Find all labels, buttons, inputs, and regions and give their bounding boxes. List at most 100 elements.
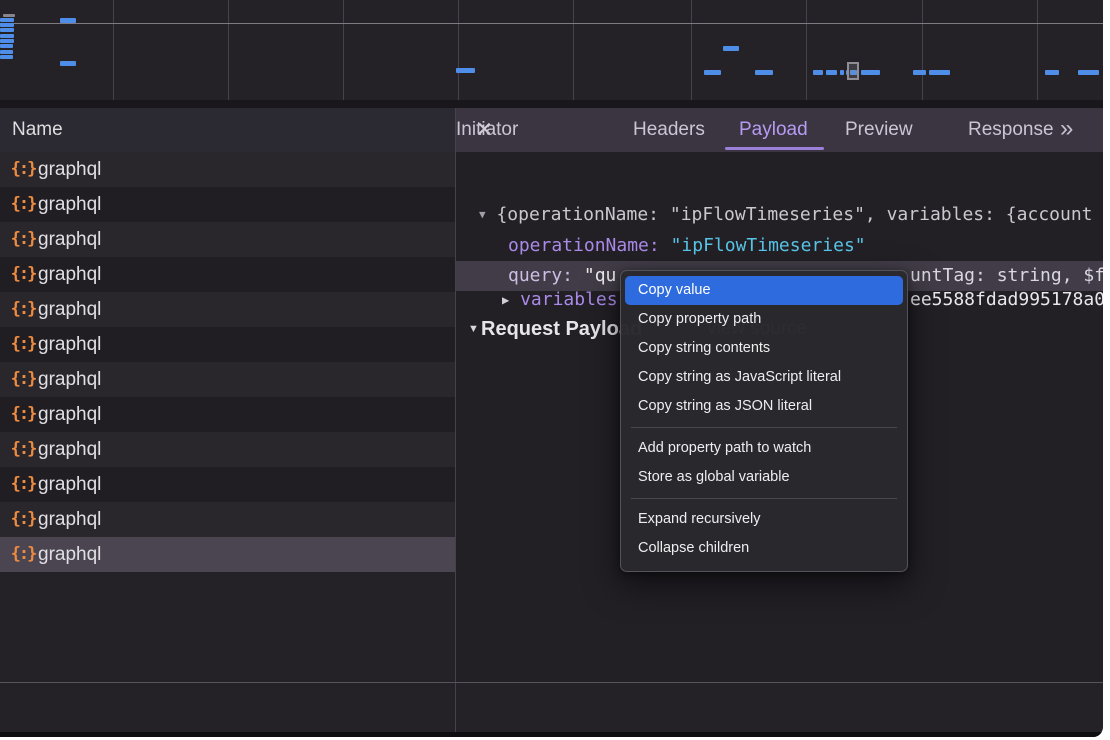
variables-node[interactable]: ▶ variables — [502, 286, 618, 314]
waterfall-request-bar[interactable] — [60, 18, 76, 23]
menu-item-copy-string-as-json-literal[interactable]: Copy string as JSON literal — [625, 392, 903, 421]
menu-item-copy-string-contents[interactable]: Copy string contents — [625, 334, 903, 363]
fetch-braces-icon: {:} — [10, 222, 36, 257]
waterfall-divider — [0, 100, 1103, 108]
waterfall-gridline — [922, 0, 923, 100]
context-menu: Copy valueCopy property pathCopy string … — [620, 270, 908, 572]
menu-item-store-as-global-variable[interactable]: Store as global variable — [625, 463, 903, 492]
fetch-braces-icon: {:} — [10, 152, 36, 187]
menu-item-copy-value[interactable]: Copy value — [625, 276, 903, 305]
waterfall-request-bar[interactable] — [826, 70, 837, 75]
waterfall-request-bar[interactable] — [755, 70, 773, 75]
waterfall-request-bar[interactable] — [0, 44, 13, 48]
tab-preview[interactable]: Preview — [845, 108, 913, 152]
fetch-braces-icon: {:} — [10, 362, 36, 397]
waterfall-request-bar[interactable] — [0, 50, 13, 54]
root-preview-text: {operationName: "ipFlowTimeseries", vari… — [496, 204, 1092, 225]
waterfall-request-bar[interactable] — [0, 28, 14, 32]
waterfall-request-bar[interactable] — [0, 39, 14, 43]
more-tabs-icon[interactable]: » — [1060, 108, 1071, 152]
request-name: graphql — [38, 432, 101, 467]
variables-key: variables — [520, 289, 618, 310]
waterfall-gridline — [573, 0, 574, 100]
menu-item-collapse-children[interactable]: Collapse children — [625, 534, 903, 563]
name-column-header[interactable]: Name — [0, 108, 455, 152]
waterfall-row-divider — [0, 23, 1103, 24]
table-row[interactable]: {:}graphql — [0, 327, 455, 362]
waterfall-request-bar[interactable] — [0, 55, 13, 59]
table-row[interactable]: {:}graphql — [0, 537, 455, 572]
fetch-braces-icon: {:} — [10, 397, 36, 432]
waterfall-request-bar[interactable] — [813, 70, 823, 75]
tab-initiator[interactable]: Initiator — [456, 108, 518, 152]
table-row[interactable]: {:}graphql — [0, 152, 455, 187]
request-name: graphql — [38, 152, 101, 187]
waterfall-gridline — [343, 0, 344, 100]
section-collapse-icon[interactable]: ▼ — [468, 315, 479, 343]
menu-separator — [631, 498, 897, 499]
payload-root-node[interactable]: ▼ {operationName: "ipFlowTimeseries", va… — [479, 201, 1093, 229]
waterfall-request-bar[interactable] — [861, 70, 880, 75]
waterfall-request-bar[interactable] — [60, 61, 76, 66]
tab-payload[interactable]: Payload — [739, 108, 808, 152]
request-name: graphql — [38, 362, 101, 397]
request-name: graphql — [38, 537, 101, 572]
waterfall-request-bar[interactable] — [1045, 70, 1059, 75]
waterfall-gridline — [228, 0, 229, 100]
tab-response[interactable]: Response — [968, 108, 1054, 152]
menu-item-copy-string-as-javascript-literal[interactable]: Copy string as JavaScript literal — [625, 363, 903, 392]
fetch-braces-icon: {:} — [10, 257, 36, 292]
fetch-braces-icon: {:} — [10, 292, 36, 327]
menu-item-copy-property-path[interactable]: Copy property path — [625, 305, 903, 334]
network-overview-waterfall[interactable] — [0, 0, 1103, 100]
variables-expand-icon[interactable]: ▶ — [502, 293, 509, 307]
table-row[interactable]: {:}graphql — [0, 397, 455, 432]
fetch-braces-icon: {:} — [10, 187, 36, 222]
root-collapse-icon[interactable]: ▼ — [479, 208, 486, 221]
operation-name-node[interactable]: operationName: "ipFlowTimeseries" — [508, 232, 866, 260]
request-name: graphql — [38, 502, 101, 537]
waterfall-selected-marker — [847, 62, 859, 80]
operation-name-value: "ipFlowTimeseries" — [671, 235, 866, 256]
waterfall-request-bar[interactable] — [456, 68, 475, 73]
waterfall-request-bar[interactable] — [1078, 70, 1099, 75]
request-list: {:}graphql{:}graphql{:}graphql{:}graphql… — [0, 152, 455, 572]
menu-separator — [631, 427, 897, 428]
request-name: graphql — [38, 292, 101, 327]
query-value-start: "qu — [584, 265, 617, 286]
table-row[interactable]: {:}graphql — [0, 502, 455, 537]
table-row[interactable]: {:}graphql — [0, 257, 455, 292]
request-payload-title: Request Payload — [481, 315, 642, 343]
waterfall-request-bar[interactable] — [0, 23, 14, 27]
menu-item-add-property-path-to-watch[interactable]: Add property path to watch — [625, 434, 903, 463]
waterfall-request-bar[interactable] — [0, 18, 14, 22]
waterfall-gridline — [806, 0, 807, 100]
request-name: graphql — [38, 222, 101, 257]
table-row[interactable]: {:}graphql — [0, 432, 455, 467]
menu-item-expand-recursively[interactable]: Expand recursively — [625, 505, 903, 534]
query-key: query: — [508, 265, 584, 286]
panel-divider[interactable] — [455, 108, 456, 732]
window-bottom-edge — [0, 732, 1103, 737]
fetch-braces-icon: {:} — [10, 327, 36, 362]
table-row[interactable]: {:}graphql — [0, 362, 455, 397]
table-row[interactable]: {:}graphql — [0, 187, 455, 222]
waterfall-request-bar[interactable] — [0, 34, 14, 38]
table-row[interactable]: {:}graphql — [0, 222, 455, 257]
waterfall-request-bar[interactable] — [929, 70, 950, 75]
fetch-braces-icon: {:} — [10, 502, 36, 537]
waterfall-request-bar[interactable] — [913, 70, 926, 75]
waterfall-gridline — [1037, 0, 1038, 100]
table-row[interactable]: {:}graphql — [0, 467, 455, 502]
waterfall-request-bar[interactable] — [723, 46, 739, 51]
fetch-braces-icon: {:} — [10, 432, 36, 467]
waterfall-request-bar[interactable] — [704, 70, 721, 75]
tab-headers[interactable]: Headers — [633, 108, 705, 152]
request-name: graphql — [38, 187, 101, 222]
name-column-label: Name — [12, 119, 63, 140]
fetch-braces-icon: {:} — [10, 537, 36, 572]
variables-value-continuation: ee5588fdad995178a0 — [910, 286, 1103, 314]
table-row[interactable]: {:}graphql — [0, 292, 455, 327]
waterfall-request-bar[interactable] — [840, 70, 844, 75]
devtools-network-window: Name ✕ HeadersPayloadPreviewResponseInit… — [0, 0, 1103, 737]
